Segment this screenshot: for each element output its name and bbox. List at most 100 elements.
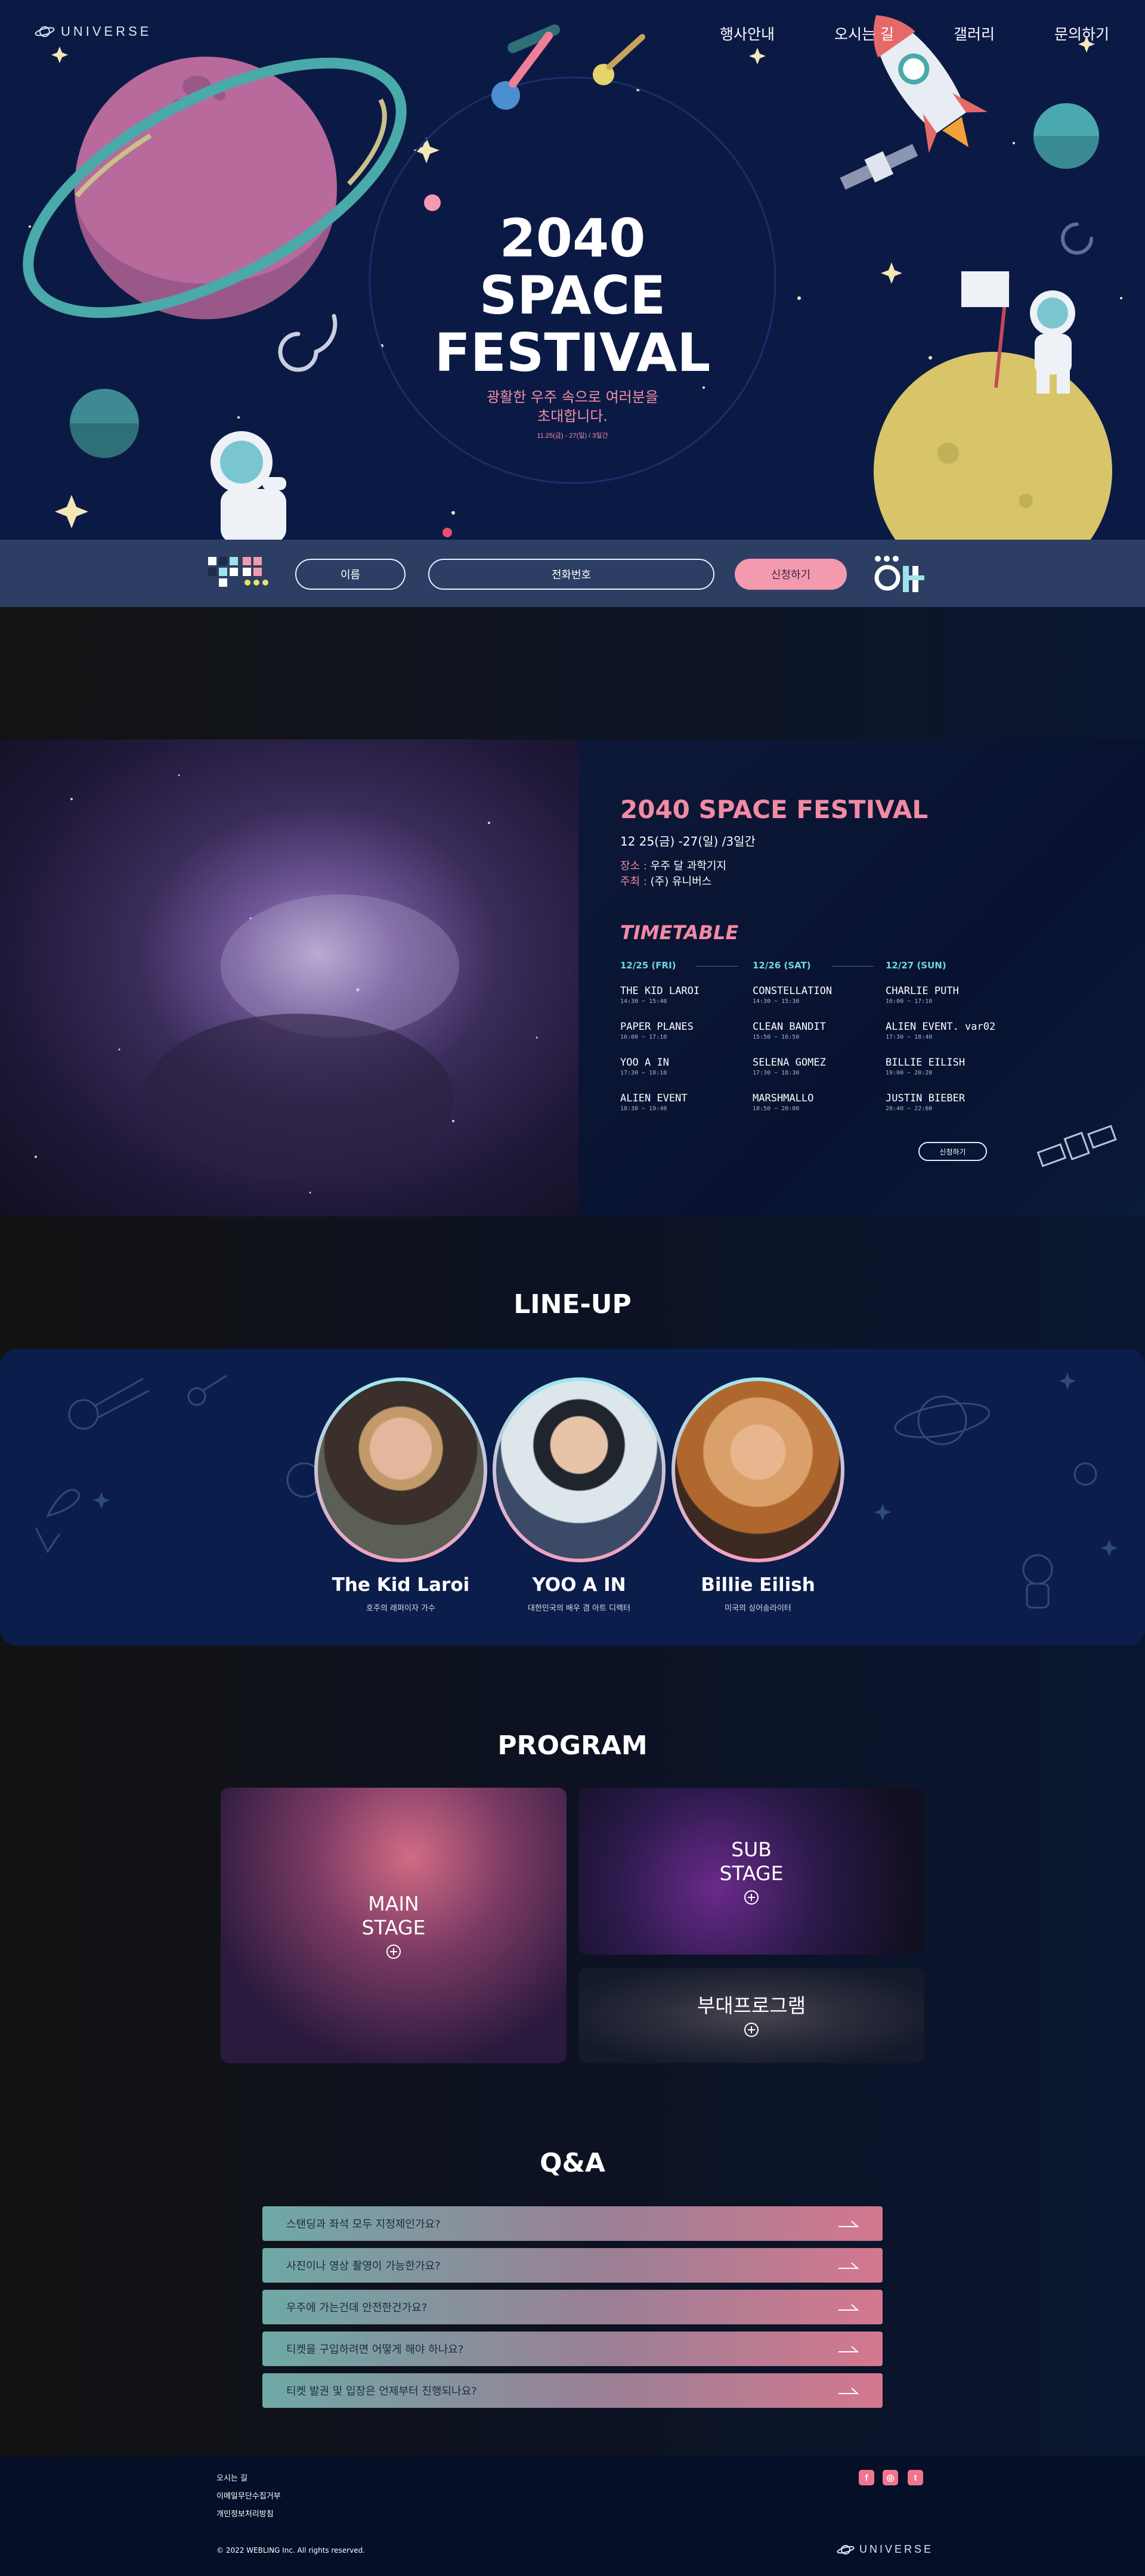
artist-card[interactable]: Billie Eilish 미국의 싱어송라이터 xyxy=(671,1377,844,1613)
festival-title: 2040 SPACE FESTIVAL xyxy=(620,795,929,824)
nav-item-directions[interactable]: 오시는 길 xyxy=(834,23,894,44)
footer xyxy=(0,2457,1145,2576)
place-value: 우주 달 과학기지 xyxy=(646,860,726,872)
apply-button-label: 신청하기 xyxy=(770,569,811,581)
extra-program-label: 부대프로그램 xyxy=(697,1994,806,2017)
instagram-glyph: ◎ xyxy=(886,2473,895,2483)
artist-card[interactable]: The Kid Laroi 호주의 래퍼이자 가수 xyxy=(314,1377,487,1613)
timetable-act: JUSTIN BIEBER 20:40 ~ 22:00 xyxy=(886,1092,965,1112)
qa-item[interactable]: 스탠딩과 좌석 모두 지정제인가요? xyxy=(262,2206,883,2241)
artist-photo xyxy=(318,1381,484,1559)
signup-bar: 이름 전화번호 xyxy=(0,540,1145,607)
act-time: 18:50 ~ 20:00 xyxy=(753,1106,800,1112)
arrow-right-icon xyxy=(838,2304,859,2311)
qa-title: Q&A xyxy=(540,2148,605,2178)
nav-item-gallery[interactable]: 갤러리 xyxy=(954,23,995,44)
festival-dates: 12 25(금) -27(일) /3일간 xyxy=(620,834,756,849)
planet-logo-icon xyxy=(35,26,55,37)
act-time: 15:50 ~ 16:50 xyxy=(753,1034,800,1041)
festival-apply-label: 신청하기 xyxy=(939,1147,966,1156)
qa-question: 티켓 발권 및 입장은 언제부터 진행되나요? xyxy=(286,2385,477,2398)
footer-link-email-policy[interactable]: 이메일무단수집거부 xyxy=(216,2490,281,2501)
qa-item[interactable]: 우주에 가는건데 안전한건가요? xyxy=(262,2290,883,2324)
name-field[interactable]: 이름 xyxy=(295,559,406,590)
act-time: 19:00 ~ 20:20 xyxy=(886,1070,933,1076)
sub-stage-card[interactable]: SUB STAGE xyxy=(578,1788,924,1955)
day-header-sun: 12/27 (SUN) xyxy=(886,960,946,971)
brand-logo[interactable]: UNIVERSE xyxy=(35,24,151,39)
arrow-right-icon xyxy=(838,2221,859,2227)
hero-subtitle-line-2: 초대합니다. xyxy=(537,408,608,425)
facebook-glyph: f xyxy=(865,2472,868,2483)
qa-item[interactable]: 티켓 발권 및 입장은 언제부터 진행되나요? xyxy=(262,2373,883,2408)
host-key: 주최 : xyxy=(620,875,647,888)
apply-button[interactable]: 신청하기 xyxy=(735,559,847,590)
nav-item-contact[interactable]: 문의하기 xyxy=(1054,23,1109,44)
nebula-image xyxy=(0,739,578,1216)
instagram-icon[interactable]: ◎ xyxy=(883,2470,898,2485)
footer-link-privacy[interactable]: 개인정보처리방침 xyxy=(216,2507,274,2519)
artist-card[interactable]: YOO A IN 대한민국의 배우 겸 아트 디렉터 xyxy=(493,1377,666,1613)
plus-icon xyxy=(386,1945,401,1959)
hero-title-line-2: SPACE xyxy=(479,265,666,326)
act-name: CONSTELLATION xyxy=(753,985,833,997)
facebook-icon[interactable]: f xyxy=(859,2470,874,2485)
main-stage-label-2: STAGE xyxy=(361,1916,426,1939)
act-name: ALIEN EVENT. var02 xyxy=(886,1021,996,1033)
artist-desc: 호주의 래퍼이자 가수 xyxy=(366,1604,435,1613)
name-field-label: 이름 xyxy=(340,569,361,581)
lineup-title: LINE-UP xyxy=(513,1289,632,1320)
arrow-right-icon xyxy=(838,2262,859,2269)
main-stage-card[interactable]: MAIN STAGE xyxy=(221,1788,567,2063)
hero-date: 11.25(금) - 27(일) / 3일간 xyxy=(537,432,608,439)
satellite-decor xyxy=(840,144,918,190)
footer-link-directions[interactable]: 오시는 길 xyxy=(216,2472,247,2483)
qa-item[interactable]: 티켓을 구입하려면 어떻게 해야 하나요? xyxy=(262,2332,883,2366)
act-name: THE KID LAROI xyxy=(620,985,700,997)
footer-logo[interactable]: UNIVERSE xyxy=(837,2543,933,2556)
timetable-act: SELENA GOMEZ 17:30 ~ 18:30 xyxy=(753,1057,826,1076)
twitter-icon[interactable]: t xyxy=(908,2470,923,2485)
act-time: 16:00 ~ 17:10 xyxy=(620,1034,667,1041)
phone-field[interactable]: 전화번호 xyxy=(428,559,714,590)
act-time: 14:30 ~ 15:30 xyxy=(753,998,800,1005)
qa-question: 사진이나 영상 촬영이 가능한가요? xyxy=(286,2260,441,2272)
artist-photo-frame xyxy=(314,1377,487,1562)
copyright: © 2022 WEBLING Inc. All rights reserved. xyxy=(216,2546,366,2555)
twitter-glyph: t xyxy=(914,2472,917,2483)
hero-subtitle: 광활한 우주 속으로 여러분을 초대합니다. xyxy=(453,388,692,426)
timetable-act: ALIEN EVENT 18:30 ~ 19:40 xyxy=(620,1092,688,1112)
extra-program-card[interactable]: 부대프로그램 xyxy=(578,1968,924,2063)
planet-logo-icon xyxy=(837,2544,855,2555)
act-name: YOO A IN xyxy=(620,1057,669,1069)
divider xyxy=(832,966,874,967)
qa-item[interactable]: 사진이나 영상 촬영이 가능한가요? xyxy=(262,2248,883,2283)
host-value: (주) 유니버스 xyxy=(646,875,712,888)
artist-photo xyxy=(675,1381,841,1559)
comet-decor xyxy=(491,24,645,110)
arrow-right-icon xyxy=(838,2346,859,2352)
hero-title-line-1: 2040 xyxy=(499,208,646,269)
hero-subtitle-line-1: 광활한 우주 속으로 여러분을 xyxy=(487,389,658,405)
hero-section: UNIVERSE 행사안내 오시는 길 갤러리 문의하기 2040 SPACE … xyxy=(0,0,1145,540)
timetable-title: TIMETABLE xyxy=(620,921,739,944)
arrow-right-icon xyxy=(838,2388,859,2394)
festival-apply-button[interactable]: 신청하기 xyxy=(918,1142,987,1161)
nav-item-event-info[interactable]: 행사안내 xyxy=(720,23,775,44)
timetable-act: THE KID LAROI 14:30 ~ 15:40 xyxy=(620,985,700,1005)
footer-logo-text: UNIVERSE xyxy=(859,2543,934,2555)
artist-photo-frame xyxy=(493,1377,666,1562)
artist-photo xyxy=(496,1381,662,1559)
main-stage-label-1: MAIN xyxy=(368,1892,419,1915)
timetable-act: MARSHMALLO 18:50 ~ 20:00 xyxy=(753,1092,813,1112)
day-header-fri: 12/25 (FRI) xyxy=(620,960,676,971)
main-nav: 행사안내 오시는 길 갤러리 문의하기 xyxy=(720,23,1109,44)
act-time: 17:30 ~ 18:10 xyxy=(620,1070,667,1076)
place-key: 장소 : xyxy=(620,860,647,872)
hero-title: 2040 SPACE FESTIVAL xyxy=(394,210,751,382)
act-name: JUSTIN BIEBER xyxy=(886,1092,965,1104)
act-name: MARSHMALLO xyxy=(753,1092,814,1104)
act-time: 16:00 ~ 17:10 xyxy=(886,998,933,1005)
act-name: PAPER PLANES xyxy=(620,1021,694,1033)
divider xyxy=(697,966,738,967)
